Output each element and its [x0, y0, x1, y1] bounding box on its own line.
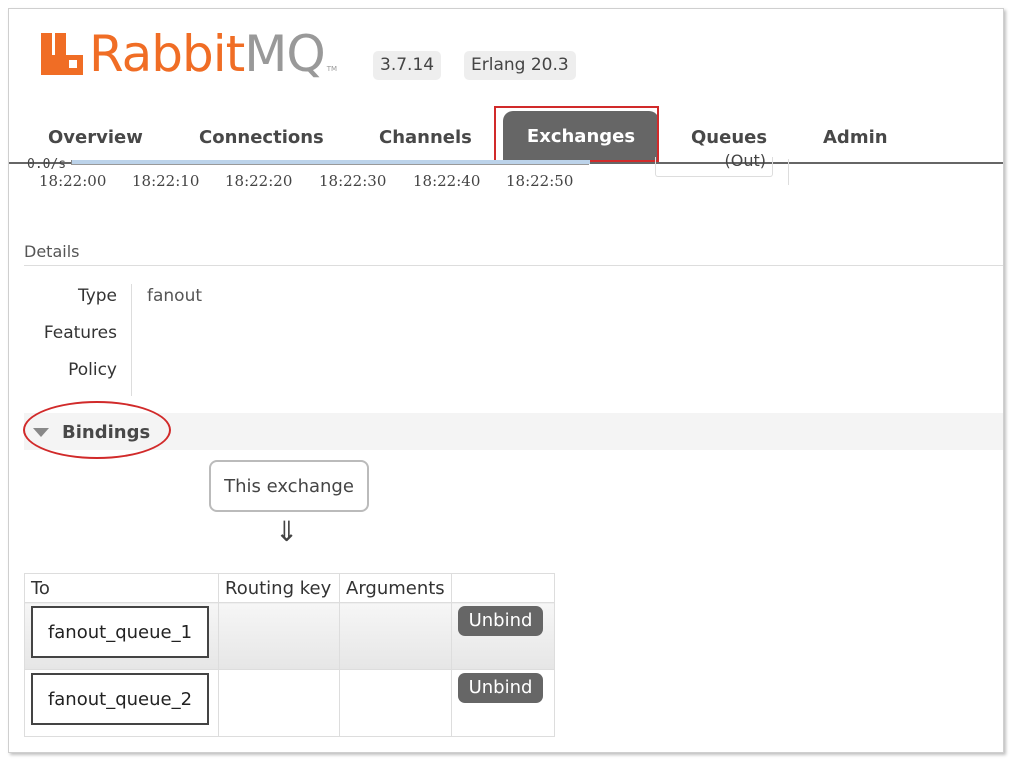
action-cell: Unbind	[451, 669, 555, 737]
table-header-row: To Routing key Arguments	[24, 573, 555, 603]
column-header-actions	[451, 573, 555, 603]
type-label: Type	[77, 286, 117, 306]
type-value: fanout	[147, 286, 203, 306]
tab-queues[interactable]: Queues	[691, 127, 767, 148]
to-cell: fanout_queue_1	[24, 602, 219, 670]
routing-key-cell	[218, 602, 340, 670]
features-label: Features	[43, 323, 117, 343]
erlang-badge: Erlang 20.3	[464, 51, 576, 80]
rabbit-logo-icon	[41, 33, 83, 75]
chart-tick: 18:22:40	[413, 172, 481, 190]
chart-tick: 18:22:20	[225, 172, 293, 190]
details-column-divider	[131, 284, 132, 396]
queue-link-fanout-queue-2[interactable]: fanout_queue_2	[31, 673, 209, 725]
details-divider	[24, 265, 1003, 266]
column-header-routing-key: Routing key	[218, 573, 340, 603]
unbind-button[interactable]: Unbind	[458, 606, 543, 636]
version-badge: 3.7.14	[373, 51, 442, 80]
page-frame: RabbitMQ TM 3.7.14 Erlang 20.3 Overview …	[8, 8, 1004, 753]
to-cell: fanout_queue_2	[24, 669, 219, 737]
chart-tick: 18:22:50	[506, 172, 574, 190]
this-exchange-box: This exchange	[209, 460, 369, 512]
chart-legend-out: (Out)	[655, 153, 773, 177]
table-row: fanout_queue_2 Unbind	[24, 669, 555, 737]
details-title: Details	[24, 242, 80, 261]
bindings-annotation-oval	[23, 401, 171, 459]
column-header-to: To	[24, 573, 219, 603]
tab-connections[interactable]: Connections	[199, 127, 324, 148]
chart-axis	[71, 164, 589, 165]
logo-text: RabbitMQ	[89, 25, 326, 83]
rabbitmq-logo[interactable]: RabbitMQ TM	[41, 23, 337, 79]
chart-divider	[788, 159, 789, 185]
arguments-cell	[339, 669, 452, 737]
tab-channels[interactable]: Channels	[379, 127, 472, 148]
exchanges-annotation-box	[494, 106, 659, 162]
tab-admin[interactable]: Admin	[823, 127, 888, 148]
chart-tick: 18:22:00	[39, 172, 107, 190]
action-cell: Unbind	[451, 602, 555, 670]
policy-label: Policy	[68, 360, 117, 380]
bindings-table: To Routing key Arguments fanout_queue_1 …	[24, 573, 555, 737]
arguments-cell	[339, 602, 452, 670]
table-row: fanout_queue_1 Unbind	[24, 602, 555, 670]
logo-trademark: TM	[326, 65, 338, 73]
chart-tick: 18:22:10	[132, 172, 200, 190]
unbind-button[interactable]: Unbind	[458, 673, 543, 703]
column-header-arguments: Arguments	[339, 573, 452, 603]
chart-tick: 18:22:30	[319, 172, 387, 190]
queue-link-fanout-queue-1[interactable]: fanout_queue_1	[31, 606, 209, 658]
routing-key-cell	[218, 669, 340, 737]
down-arrow-icon: ⇓	[275, 515, 299, 548]
tab-overview[interactable]: Overview	[48, 127, 143, 148]
chart-y-zero-label: 0.0/s	[27, 157, 67, 172]
